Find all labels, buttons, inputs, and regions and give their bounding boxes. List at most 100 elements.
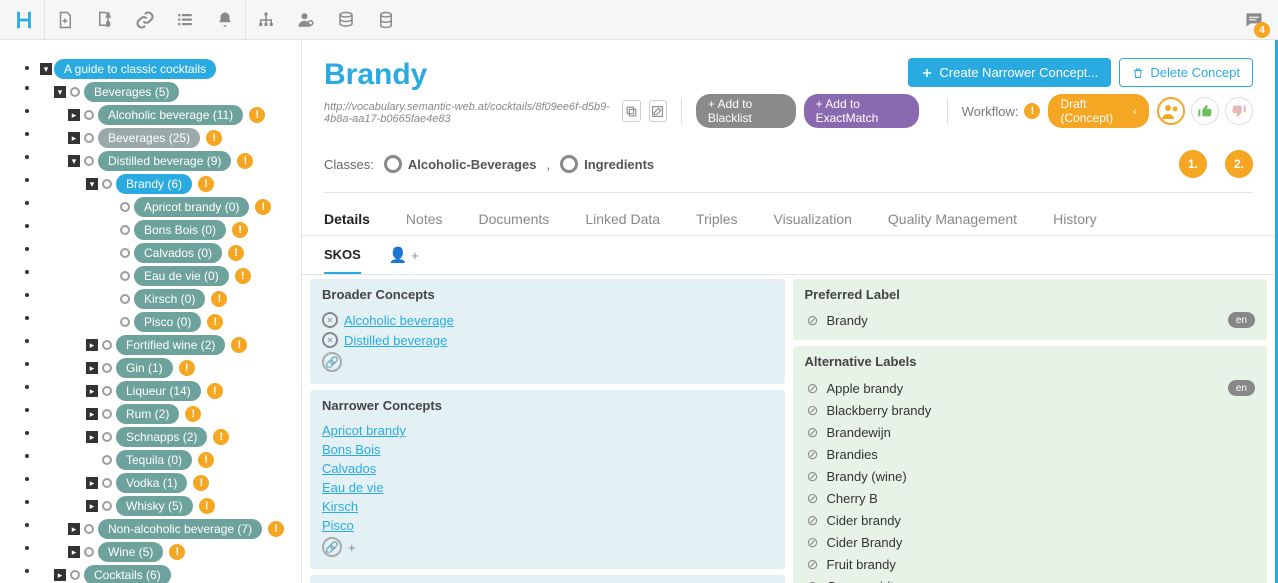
tree-node[interactable]: Liqueur (14) [116, 381, 201, 401]
alt-label[interactable]: Brandy (wine) [827, 469, 907, 484]
tree-node[interactable]: Whisky (5) [116, 496, 193, 516]
remove-icon[interactable] [322, 312, 338, 328]
warning-icon[interactable]: ! [232, 222, 248, 238]
subtab-skos[interactable]: SKOS [324, 247, 361, 274]
app-logo-icon[interactable] [4, 0, 44, 40]
remove-icon[interactable] [322, 332, 338, 348]
tree-toggle[interactable] [68, 109, 80, 121]
compare-file-icon[interactable]: AB [85, 0, 125, 40]
tree-toggle[interactable] [86, 362, 98, 374]
warning-icon[interactable]: ! [179, 360, 195, 376]
create-narrower-button[interactable]: Create Narrower Concept... [908, 58, 1111, 87]
tree-node[interactable]: Fortified wine (2) [116, 335, 225, 355]
tab-triples[interactable]: Triples [696, 211, 738, 235]
warning-icon[interactable]: ! [169, 544, 185, 560]
list-icon[interactable] [165, 0, 205, 40]
tree-node[interactable]: Calvados (0) [134, 243, 222, 263]
warning-icon[interactable]: ! [255, 199, 271, 215]
add-exactmatch-button[interactable]: + Add to ExactMatch [804, 94, 919, 128]
workflow-warning-icon[interactable]: ! [1024, 103, 1040, 119]
concept-link[interactable]: Bons Bois [322, 442, 381, 457]
tree-toggle[interactable] [68, 546, 80, 558]
tree-node[interactable]: Kirsch (0) [134, 289, 205, 309]
tree-node[interactable]: Eau de vie (0) [134, 266, 229, 286]
tree-toggle[interactable] [86, 339, 98, 351]
tree-toggle[interactable] [86, 477, 98, 489]
tree-node[interactable]: Rum (2) [116, 404, 179, 424]
concept-link[interactable]: Pisco [322, 518, 354, 533]
tab-quality[interactable]: Quality Management [888, 211, 1017, 235]
tree-toggle[interactable] [86, 178, 98, 190]
new-file-icon[interactable] [45, 0, 85, 40]
add-link-icon[interactable]: 🔗 [322, 352, 342, 372]
warning-icon[interactable]: ! [206, 130, 222, 146]
tree-root[interactable]: A guide to classic cocktails [54, 59, 216, 79]
warning-icon[interactable]: ! [211, 291, 227, 307]
tab-details[interactable]: Details [324, 211, 370, 235]
bell-icon[interactable] [205, 0, 245, 40]
tree-toggle[interactable] [68, 523, 80, 535]
concept-link[interactable]: Distilled beverage [344, 333, 447, 348]
warning-icon[interactable]: ! [231, 337, 247, 353]
concept-link[interactable]: Alcoholic beverage [344, 313, 454, 328]
tree-node[interactable]: Vodka (1) [116, 473, 187, 493]
hierarchy-icon[interactable] [246, 0, 286, 40]
warning-icon[interactable]: ! [193, 475, 209, 491]
tree-node[interactable]: Cocktails (6) [84, 565, 171, 583]
alt-label[interactable]: Fruit brandy [827, 557, 896, 572]
alt-label[interactable]: Apple brandy [827, 381, 904, 396]
subtab-add-scheme[interactable]: 👤 + [389, 246, 419, 274]
tree-node-selected[interactable]: Brandy (6) [116, 174, 192, 194]
alt-label[interactable]: Grape spirit [827, 579, 894, 583]
tree-node[interactable]: Tequila (0) [116, 450, 192, 470]
tree-node[interactable]: Gin (1) [116, 358, 173, 378]
warning-icon[interactable]: ! [213, 429, 229, 445]
alt-label[interactable]: Cider Brandy [827, 535, 903, 550]
class-chip[interactable]: Ingredients [560, 155, 654, 173]
tree-toggle[interactable] [86, 431, 98, 443]
tree-node[interactable]: Distilled beverage (9) [98, 151, 231, 171]
alt-label[interactable]: Cider brandy [827, 513, 901, 528]
tree-node[interactable]: Alcoholic beverage (11) [98, 105, 243, 125]
link-icon[interactable] [125, 0, 165, 40]
server-icon[interactable] [366, 0, 406, 40]
tree-node[interactable]: Non-alcoholic beverage (7) [98, 519, 262, 539]
warning-icon[interactable]: ! [237, 153, 253, 169]
delete-concept-button[interactable]: Delete Concept [1119, 58, 1253, 87]
tree-toggle[interactable] [54, 569, 66, 581]
edit-icon[interactable] [649, 100, 668, 122]
tree-toggle[interactable] [86, 500, 98, 512]
notification-badge[interactable]: 4 [1254, 22, 1270, 38]
class-chip[interactable]: Alcoholic-Beverages [384, 155, 537, 173]
alt-label[interactable]: Blackberry brandy [827, 403, 932, 418]
copy-icon[interactable] [622, 100, 641, 122]
warning-icon[interactable]: ! [235, 268, 251, 284]
concept-link[interactable]: Calvados [322, 461, 376, 476]
warning-icon[interactable]: ! [207, 383, 223, 399]
tree-node[interactable]: Pisco (0) [134, 312, 201, 332]
approve-icon[interactable] [1191, 97, 1219, 125]
tree-toggle[interactable] [40, 63, 52, 75]
tab-history[interactable]: History [1053, 211, 1097, 235]
tree-node[interactable]: Apricot brandy (0) [134, 197, 249, 217]
tab-documents[interactable]: Documents [479, 211, 550, 235]
preferred-label[interactable]: Brandy [827, 313, 868, 328]
tab-notes[interactable]: Notes [406, 211, 443, 235]
warning-icon[interactable]: ! [249, 107, 265, 123]
tree-toggle[interactable] [86, 408, 98, 420]
tree-node[interactable]: Wine (5) [98, 542, 163, 562]
alt-label[interactable]: Cherry B [827, 491, 878, 506]
concept-link[interactable]: Kirsch [322, 499, 358, 514]
concept-link[interactable]: Apricot brandy [322, 423, 406, 438]
tree-node[interactable]: Schnapps (2) [116, 427, 207, 447]
warning-icon[interactable]: ! [185, 406, 201, 422]
tree-node-beverages[interactable]: Beverages (5) [84, 82, 179, 102]
warning-icon[interactable]: ! [207, 314, 223, 330]
tree-toggle[interactable] [68, 155, 80, 167]
tree-toggle[interactable] [86, 385, 98, 397]
user-settings-icon[interactable] [286, 0, 326, 40]
warning-icon[interactable]: ! [228, 245, 244, 261]
tree-node[interactable]: Bons Bois (0) [134, 220, 226, 240]
warning-icon[interactable]: ! [199, 498, 215, 514]
tab-visualization[interactable]: Visualization [774, 211, 852, 235]
